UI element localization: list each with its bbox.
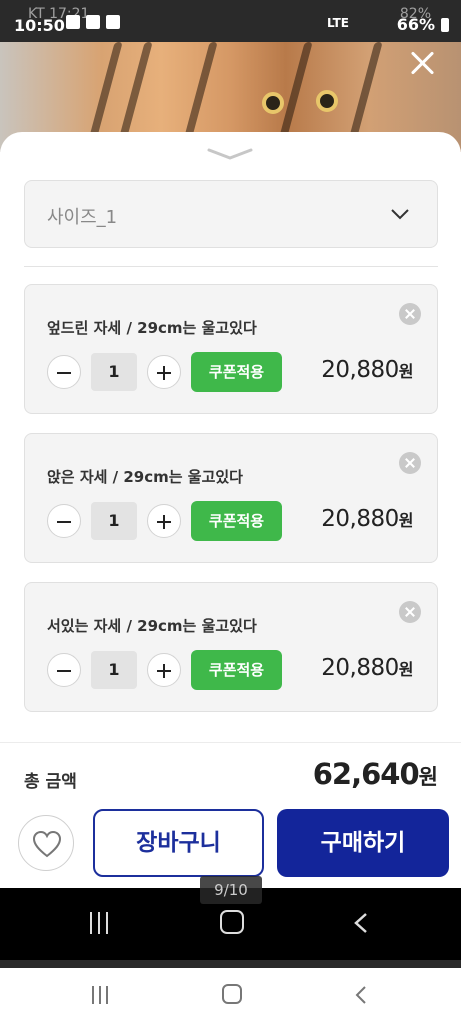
- system-nav-bar-secondary: [0, 968, 461, 1024]
- option-card: 서있는 자세 / 29cm는 울고있다 1 쿠폰적용 20,880원: [24, 582, 438, 712]
- option-card: 엎드린 자세 / 29cm는 울고있다 1 쿠폰적용 20,880원: [24, 284, 438, 414]
- remove-icon[interactable]: [399, 601, 421, 623]
- total-amount: 62,640: [312, 757, 420, 791]
- option-title: 엎드린 자세 / 29cm는 울고있다: [47, 319, 257, 337]
- size-select-label: 사이즈_1: [47, 207, 118, 228]
- remove-icon[interactable]: [399, 303, 421, 325]
- size-select[interactable]: 사이즈_1: [24, 180, 438, 248]
- total-label: 총 금액: [24, 772, 77, 792]
- quantity-value[interactable]: 1: [91, 353, 137, 391]
- decrease-button[interactable]: [47, 653, 81, 687]
- quantity-value[interactable]: 1: [91, 651, 137, 689]
- back-icon[interactable]: [354, 985, 368, 1005]
- notification-icon: [106, 15, 120, 29]
- page-indicator: 9/10: [200, 876, 262, 904]
- coupon-button[interactable]: 쿠폰적용: [191, 501, 282, 541]
- option-price: 20,880원: [321, 357, 413, 383]
- signal-icon: LTE: [326, 16, 349, 30]
- sheet-handle-icon[interactable]: [205, 144, 255, 164]
- notification-icon: [86, 15, 100, 29]
- battery-icon: [441, 18, 449, 32]
- screen: KT 17:21 82% 10:50 LTE 66% 사이즈_1 엎드린 자세 …: [0, 0, 461, 1024]
- total-footer: 총 금액 62,640원 장바구니 구매하기: [0, 742, 461, 888]
- total-value: 62,640원: [312, 757, 438, 791]
- option-price: 20,880원: [321, 655, 413, 681]
- notification-icons: [66, 15, 120, 29]
- price-amount: 20,880: [321, 655, 399, 681]
- recent-apps-icon[interactable]: [90, 912, 114, 936]
- price-unit: 원: [398, 511, 414, 530]
- close-button[interactable]: [409, 50, 435, 76]
- add-to-cart-button[interactable]: 장바구니: [93, 809, 264, 877]
- remove-icon[interactable]: [399, 452, 421, 474]
- battery-percent: 66%: [396, 15, 435, 34]
- option-title: 서있는 자세 / 29cm는 울고있다: [47, 617, 257, 635]
- price-unit: 원: [398, 362, 414, 381]
- option-price: 20,880원: [321, 506, 413, 532]
- notification-icon: [66, 15, 80, 29]
- divider: [24, 266, 438, 267]
- back-icon[interactable]: [352, 912, 370, 934]
- option-title: 앉은 자세 / 29cm는 울고있다: [47, 468, 243, 486]
- increase-button[interactable]: [147, 355, 181, 389]
- home-icon[interactable]: [222, 984, 242, 1004]
- recent-apps-icon[interactable]: [92, 986, 108, 1004]
- photo-eye: [262, 92, 284, 114]
- decrease-button[interactable]: [47, 504, 81, 538]
- price-unit: 원: [398, 660, 414, 679]
- heart-icon: [32, 830, 62, 858]
- screen-divider: [0, 960, 461, 968]
- status-bar: KT 17:21 82% 10:50 LTE 66%: [0, 0, 461, 42]
- photo-eye: [316, 90, 338, 112]
- quantity-value[interactable]: 1: [91, 502, 137, 540]
- price-amount: 20,880: [321, 357, 399, 383]
- coupon-button[interactable]: 쿠폰적용: [191, 352, 282, 392]
- wishlist-button[interactable]: [18, 815, 74, 871]
- price-amount: 20,880: [321, 506, 399, 532]
- increase-button[interactable]: [147, 653, 181, 687]
- buy-now-button[interactable]: 구매하기: [277, 809, 449, 877]
- home-icon[interactable]: [220, 910, 244, 934]
- chevron-down-icon: [391, 209, 409, 220]
- option-card: 앉은 자세 / 29cm는 울고있다 1 쿠폰적용 20,880원: [24, 433, 438, 563]
- decrease-button[interactable]: [47, 355, 81, 389]
- total-unit: 원: [418, 765, 438, 789]
- coupon-button[interactable]: 쿠폰적용: [191, 650, 282, 690]
- status-time: 10:50: [14, 16, 65, 35]
- increase-button[interactable]: [147, 504, 181, 538]
